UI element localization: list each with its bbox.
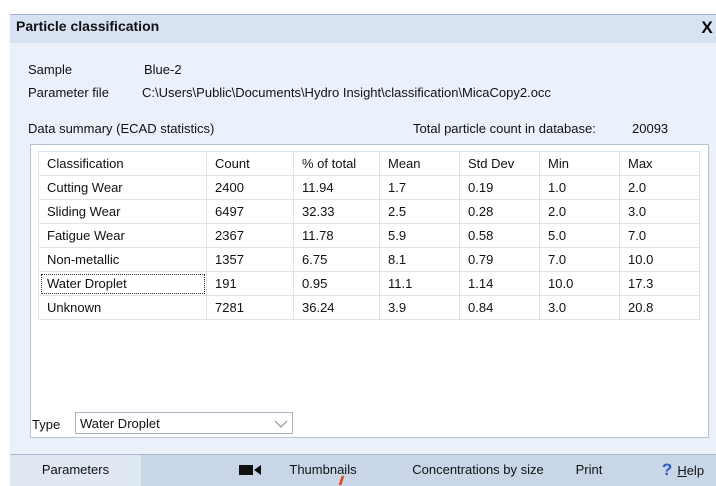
data-summary-label: Data summary (ECAD statistics) bbox=[28, 121, 215, 136]
value-cell[interactable]: 2.5 bbox=[379, 199, 460, 224]
type-dropdown[interactable]: Water Droplet bbox=[75, 412, 293, 434]
sample-label: Sample bbox=[28, 62, 73, 77]
classification-cell[interactable]: Cutting Wear bbox=[38, 175, 207, 200]
parameter-file-label: Parameter file bbox=[28, 85, 109, 100]
title-bar: Particle classification X bbox=[0, 0, 716, 43]
column-header[interactable]: % of total bbox=[293, 151, 380, 176]
value-cell[interactable]: 17.3 bbox=[619, 271, 700, 296]
mouse-pointer-icon bbox=[338, 475, 345, 485]
value-cell[interactable]: 7.0 bbox=[539, 247, 620, 272]
value-cell[interactable]: 11.78 bbox=[293, 223, 380, 248]
dialog-panel: Sample Blue-2 Parameter file C:\Users\Pu… bbox=[10, 43, 716, 485]
value-cell[interactable]: 7.0 bbox=[619, 223, 700, 248]
parameters-button[interactable]: Parameters bbox=[10, 455, 141, 486]
parameter-file-path: C:\Users\Public\Documents\Hydro Insight\… bbox=[142, 85, 551, 100]
value-cell[interactable]: 1.7 bbox=[379, 175, 460, 200]
classification-cell[interactable]: Unknown bbox=[38, 295, 207, 320]
value-cell[interactable]: 1.0 bbox=[539, 175, 620, 200]
table-row[interactable]: Sliding Wear 6497 32.33 2.5 0.28 2.0 3.0 bbox=[38, 199, 700, 224]
classification-cell[interactable]: Fatigue Wear bbox=[38, 223, 207, 248]
column-header[interactable]: Max bbox=[619, 151, 700, 176]
table-row[interactable]: Water Droplet 191 0.95 11.1 1.14 10.0 17.3 bbox=[38, 271, 700, 296]
value-cell[interactable]: 36.24 bbox=[293, 295, 380, 320]
type-label: Type bbox=[32, 417, 61, 432]
value-cell[interactable]: 8.1 bbox=[379, 247, 460, 272]
value-cell[interactable]: 11.94 bbox=[293, 175, 380, 200]
column-header[interactable]: Classification bbox=[38, 151, 207, 176]
value-cell[interactable]: 2.0 bbox=[619, 175, 700, 200]
help-button[interactable]: ? Help bbox=[650, 455, 716, 486]
value-cell[interactable]: 6.75 bbox=[293, 247, 380, 272]
sample-value: Blue-2 bbox=[144, 62, 182, 77]
classification-cell[interactable]: Water Droplet bbox=[38, 271, 207, 296]
value-cell[interactable]: 2.0 bbox=[539, 199, 620, 224]
value-cell[interactable]: 2367 bbox=[206, 223, 294, 248]
value-cell[interactable]: 0.95 bbox=[293, 271, 380, 296]
column-header[interactable]: Count bbox=[206, 151, 294, 176]
table-row[interactable]: Fatigue Wear 2367 11.78 5.9 0.58 5.0 7.0 bbox=[38, 223, 700, 248]
column-header[interactable]: Std Dev bbox=[459, 151, 540, 176]
value-cell[interactable]: 0.28 bbox=[459, 199, 540, 224]
help-label-rest: elp bbox=[686, 463, 705, 478]
help-icon: ? bbox=[661, 460, 673, 479]
table-row[interactable]: Cutting Wear 2400 11.94 1.7 0.19 1.0 2.0 bbox=[38, 175, 700, 200]
parameters-button-label: Parameters bbox=[41, 462, 110, 477]
value-cell[interactable]: 7281 bbox=[206, 295, 294, 320]
help-accelerator: H bbox=[677, 463, 687, 478]
value-cell[interactable]: 32.33 bbox=[293, 199, 380, 224]
video-camera-icon[interactable] bbox=[238, 463, 262, 477]
thumbnails-button-label: Thumbnails bbox=[289, 462, 357, 477]
table-row[interactable]: Unknown 7281 36.24 3.9 0.84 3.0 20.8 bbox=[38, 295, 700, 320]
value-cell[interactable]: 191 bbox=[206, 271, 294, 296]
classification-cell[interactable]: Non-metallic bbox=[38, 247, 207, 272]
chevron-down-icon bbox=[274, 420, 288, 428]
column-header[interactable]: Mean bbox=[379, 151, 460, 176]
value-cell[interactable]: 11.1 bbox=[379, 271, 460, 296]
value-cell[interactable]: 3.0 bbox=[619, 199, 700, 224]
value-cell[interactable]: 5.9 bbox=[379, 223, 460, 248]
total-count-value: 20093 bbox=[632, 121, 669, 136]
concentrations-by-size-button[interactable]: Concentrations by size bbox=[387, 455, 569, 486]
value-cell[interactable]: 3.9 bbox=[379, 295, 460, 320]
print-button[interactable]: Print bbox=[562, 455, 616, 486]
column-header[interactable]: Min bbox=[539, 151, 620, 176]
table-row[interactable]: Non-metallic 1357 6.75 8.1 0.79 7.0 10.0 bbox=[38, 247, 700, 272]
value-cell[interactable]: 3.0 bbox=[539, 295, 620, 320]
value-cell[interactable]: 1.14 bbox=[459, 271, 540, 296]
bottom-toolbar: Parameters Thumbnails Concentrations by … bbox=[10, 454, 716, 486]
thumbnails-button[interactable]: Thumbnails bbox=[273, 455, 373, 486]
value-cell[interactable]: 0.79 bbox=[459, 247, 540, 272]
value-cell[interactable]: 5.0 bbox=[539, 223, 620, 248]
summary-table: Classification Count % of total Mean Std… bbox=[38, 151, 700, 320]
value-cell[interactable]: 0.58 bbox=[459, 223, 540, 248]
close-button[interactable]: X bbox=[698, 15, 716, 41]
value-cell[interactable]: 0.84 bbox=[459, 295, 540, 320]
type-selected-value: Water Droplet bbox=[80, 416, 160, 431]
table-header-row: Classification Count % of total Mean Std… bbox=[38, 151, 700, 176]
value-cell[interactable]: 1357 bbox=[206, 247, 294, 272]
value-cell[interactable]: 2400 bbox=[206, 175, 294, 200]
window-title: Particle classification bbox=[16, 18, 160, 34]
classification-cell[interactable]: Sliding Wear bbox=[38, 199, 207, 224]
print-button-label: Print bbox=[575, 462, 603, 477]
concentrations-button-label: Concentrations by size bbox=[412, 462, 544, 477]
value-cell[interactable]: 0.19 bbox=[459, 175, 540, 200]
value-cell[interactable]: 10.0 bbox=[619, 247, 700, 272]
value-cell[interactable]: 6497 bbox=[206, 199, 294, 224]
value-cell[interactable]: 10.0 bbox=[539, 271, 620, 296]
value-cell[interactable]: 20.8 bbox=[619, 295, 700, 320]
total-count-label: Total particle count in database: bbox=[413, 121, 596, 136]
summary-table-container[interactable]: Classification Count % of total Mean Std… bbox=[30, 144, 709, 438]
